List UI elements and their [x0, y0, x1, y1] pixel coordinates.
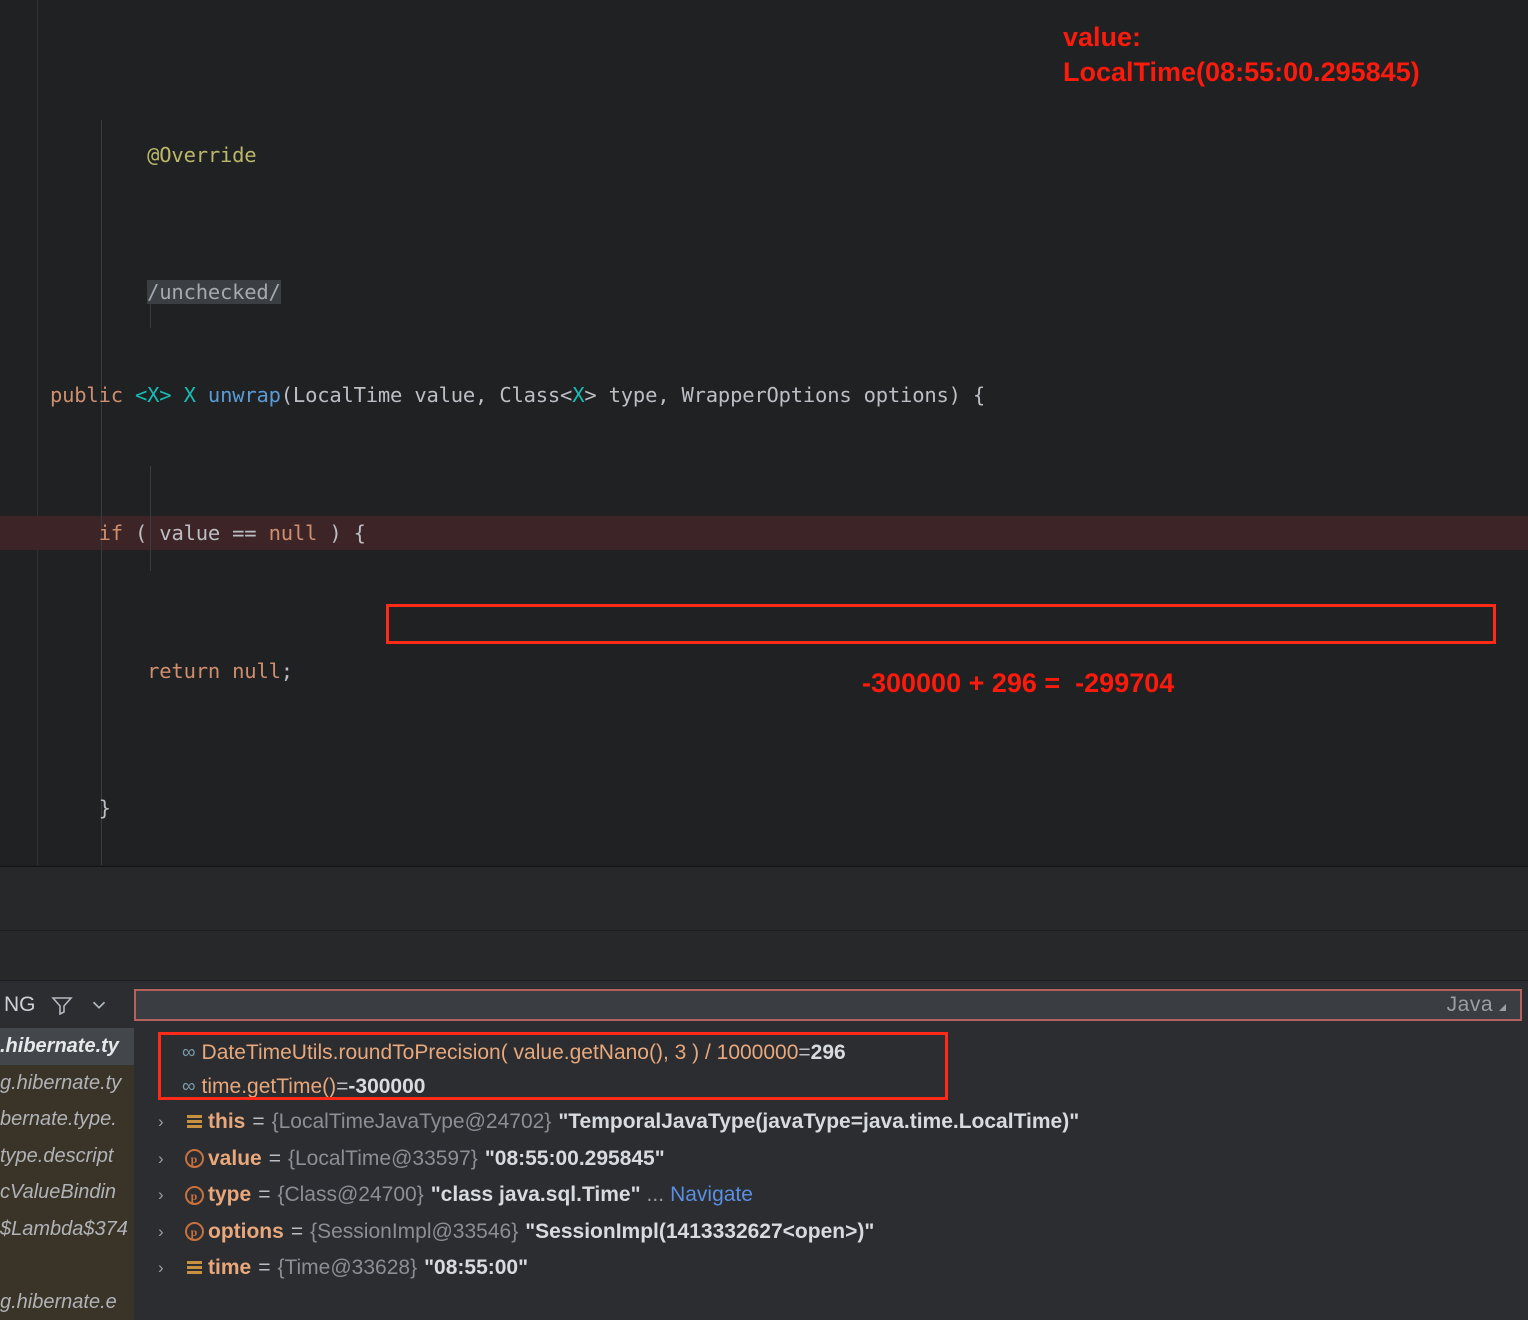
- variable-equals: =: [258, 1256, 271, 1280]
- variable-row-time[interactable]: › time = {Time@33628} "08:55:00": [134, 1250, 1528, 1287]
- variable-name: type: [208, 1183, 252, 1207]
- code-line-null-check[interactable]: if ( value == null ) {: [0, 516, 1528, 551]
- variable-value: "TemporalJavaType(javaType=java.time.Loc…: [558, 1110, 1080, 1134]
- variable-value: "SessionImpl(1413332627<open>)": [525, 1219, 875, 1243]
- variable-ellipsis: ...: [646, 1183, 665, 1207]
- variable-ref: {SessionImpl@33546}: [310, 1219, 519, 1243]
- watch-expression: DateTimeUtils.roundToPrecision( value.ge…: [201, 1041, 799, 1064]
- variable-ref: {Class@24700}: [277, 1183, 424, 1207]
- call-frames-list[interactable]: .hibernate.ty g.hibernate.ty bernate.typ…: [0, 1028, 134, 1320]
- frame-item[interactable]: g.hibernate.e: [0, 1284, 134, 1320]
- variable-name: options: [208, 1219, 284, 1243]
- indent-guide: [150, 466, 151, 571]
- watch-value: -300000: [348, 1075, 426, 1098]
- variable-row-this[interactable]: › this = {LocalTimeJavaType@24702} "Temp…: [134, 1104, 1528, 1141]
- frame-item[interactable]: g.hibernate.ty: [0, 1065, 134, 1102]
- annotation-value-label: value:: [1063, 22, 1142, 52]
- code-line-method-signature[interactable]: public <X> X unwrap(LocalTime value, Cla…: [0, 378, 1528, 412]
- panel-upper-blank: [0, 866, 1528, 930]
- list-icon: [180, 1115, 208, 1130]
- debugger-toolbar-left: NG: [0, 980, 134, 1029]
- frame-item[interactable]: cValueBindin: [0, 1174, 134, 1211]
- annotation-value-text: LocalTime(08:55:00.295845): [1063, 57, 1420, 87]
- watch-expression: time.getTime(): [201, 1075, 337, 1098]
- frame-item[interactable]: type.descript: [0, 1138, 134, 1175]
- navigate-link[interactable]: Navigate: [670, 1183, 753, 1207]
- variable-name: value: [208, 1146, 262, 1170]
- glasses-icon: ∞: [182, 1042, 195, 1063]
- watch-value: 296: [810, 1041, 846, 1064]
- list-icon: [180, 1261, 208, 1276]
- suppress-warnings-comment: /unchecked/: [147, 280, 281, 305]
- chevron-right-icon[interactable]: ›: [158, 1112, 180, 1132]
- language-dropdown-icon[interactable]: [1499, 1004, 1506, 1011]
- variable-ref: {Time@33628}: [277, 1256, 418, 1280]
- variables-pane[interactable]: ∞ DateTimeUtils.roundToPrecision( value.…: [134, 1028, 1528, 1320]
- annotation-value-note: value: LocalTime(08:55:00.295845): [1063, 20, 1420, 90]
- panel-lower-blank: [0, 930, 1528, 980]
- variable-equals: =: [252, 1110, 265, 1134]
- parameter-icon: p: [180, 1185, 208, 1205]
- code-editor[interactable]: @Override /unchecked/ public <X> X unwra…: [0, 0, 1528, 865]
- code-line[interactable]: /unchecked/: [0, 241, 1528, 305]
- watch-item[interactable]: ∞ time.getTime() = -300000: [134, 1070, 1528, 1104]
- variable-name: time: [208, 1256, 252, 1280]
- code-line[interactable]: }: [0, 791, 1528, 825]
- glasses-icon: ∞: [182, 1076, 195, 1097]
- indent-guide: [101, 120, 102, 865]
- variable-ref: {LocalTime@33597}: [287, 1146, 478, 1170]
- parameter-icon: p: [180, 1149, 208, 1169]
- variable-ref: {LocalTimeJavaType@24702}: [271, 1110, 552, 1134]
- language-label: Java: [1446, 992, 1493, 1016]
- filter-icon[interactable]: [50, 993, 74, 1017]
- chevron-right-icon[interactable]: ›: [158, 1185, 180, 1205]
- annotation-math-note: -300000 + 296 = -299704: [862, 668, 1175, 698]
- debugger-toolbar[interactable]: NG Java: [0, 980, 1528, 1029]
- variable-value: "08:55:00": [424, 1256, 529, 1280]
- variable-name: this: [208, 1110, 246, 1134]
- watch-equals: =: [798, 1041, 811, 1064]
- watch-item[interactable]: ∞ DateTimeUtils.roundToPrecision( value.…: [134, 1036, 1528, 1070]
- variable-value: "08:55:00.295845": [484, 1146, 665, 1170]
- chevron-right-icon[interactable]: ›: [158, 1222, 180, 1242]
- variable-row-value[interactable]: › p value = {LocalTime@33597} "08:55:00.…: [134, 1141, 1528, 1178]
- code-line[interactable]: return null;: [0, 654, 1528, 688]
- frame-item-spacer: [0, 1247, 134, 1284]
- variable-value: "class java.sql.Time": [430, 1183, 641, 1207]
- annotation-override: @Override: [147, 142, 257, 167]
- search-input[interactable]: Java: [134, 988, 1522, 1021]
- variable-equals: =: [290, 1219, 304, 1243]
- frame-item[interactable]: .hibernate.ty: [0, 1028, 134, 1065]
- variable-equals: =: [268, 1146, 281, 1170]
- variable-row-type[interactable]: › p type = {Class@24700} "class java.sql…: [134, 1177, 1528, 1214]
- chevron-right-icon[interactable]: ›: [158, 1149, 180, 1169]
- code-content[interactable]: @Override /unchecked/ public <X> X unwra…: [0, 0, 1528, 865]
- parameter-icon: p: [180, 1222, 208, 1242]
- variable-row-options[interactable]: › p options = {SessionImpl@33546} "Sessi…: [134, 1214, 1528, 1251]
- code-line[interactable]: @Override: [0, 103, 1528, 167]
- watch-equals: =: [336, 1075, 349, 1098]
- chevron-right-icon[interactable]: ›: [158, 1258, 180, 1278]
- debug-session-label: NG: [4, 992, 36, 1016]
- frame-item[interactable]: $Lambda$374: [0, 1211, 134, 1248]
- chevron-down-icon[interactable]: [88, 994, 110, 1016]
- variable-equals: =: [258, 1183, 271, 1207]
- frame-item[interactable]: bernate.type.: [0, 1101, 134, 1138]
